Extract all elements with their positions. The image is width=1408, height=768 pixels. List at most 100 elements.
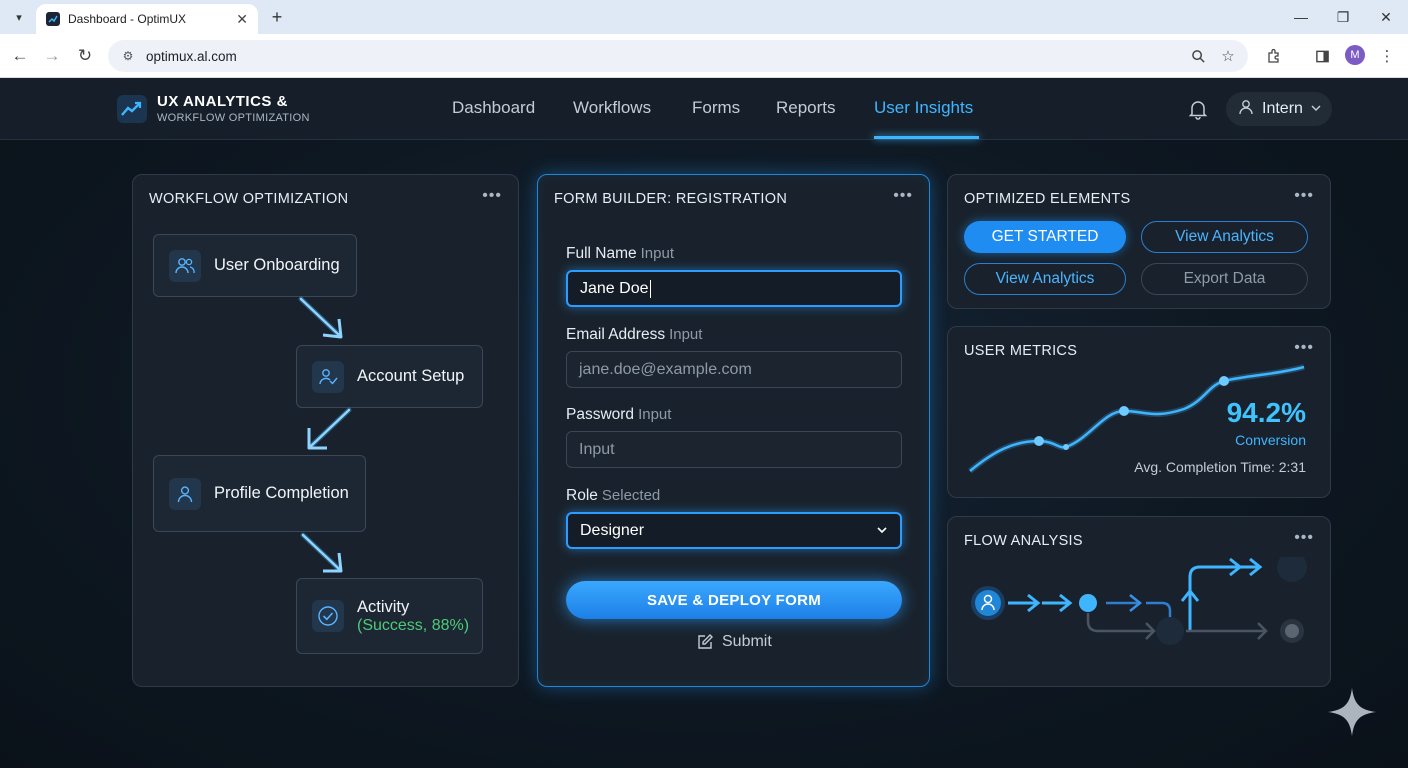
browser-toolbar: ← → ↻ ⚙ optimux.al.com ☆ M ⋮ — [0, 34, 1408, 78]
flow-arrow-icon — [300, 532, 343, 573]
workflow-step-profile-completion[interactable]: Profile Completion — [153, 455, 366, 532]
edit-icon — [696, 633, 714, 651]
more-options-icon[interactable]: ••• — [1294, 529, 1314, 547]
tab-search-icon[interactable]: ▾ — [8, 6, 30, 28]
workflow-step-account-setup[interactable]: Account Setup — [296, 345, 483, 408]
role-value: Designer — [580, 521, 645, 539]
submit-button[interactable]: Submit — [696, 633, 772, 651]
get-started-button[interactable]: GET STARTED — [964, 221, 1126, 253]
user-metrics-card: USER METRICS ••• 94.2% Conversion Avg. C… — [947, 326, 1331, 498]
browser-tab[interactable]: Dashboard - OptimUX ✕ — [36, 4, 258, 34]
workflow-title: WORKFLOW OPTIMIZATION — [149, 191, 349, 207]
user-icon — [169, 477, 201, 510]
field-label-text: Role — [566, 487, 598, 504]
nav-user-insights[interactable]: User Insights — [874, 98, 973, 118]
more-options-icon[interactable]: ••• — [482, 187, 502, 205]
extensions-icon[interactable] — [1262, 44, 1286, 68]
email-input[interactable]: jane.doe@example.com — [566, 351, 902, 388]
nav-workflows[interactable]: Workflows — [573, 98, 651, 118]
conversion-value: 94.2% — [1226, 397, 1306, 428]
check-circle-icon — [312, 600, 344, 632]
trend-point — [1219, 376, 1229, 386]
field-label-text: Password — [566, 406, 635, 423]
url-text: optimux.al.com — [146, 48, 237, 64]
optimized-elements-card: OPTIMIZED ELEMENTS ••• GET STARTED View … — [947, 174, 1331, 309]
workflow-step-activity[interactable]: Activity (Success, 88%) — [296, 578, 483, 654]
forward-icon[interactable]: → — [40, 44, 64, 68]
field-hint: Input — [640, 245, 675, 262]
site-info-icon[interactable]: ⚙ — [118, 46, 138, 66]
trend-point — [1119, 406, 1129, 416]
nav-forms[interactable]: Forms — [692, 98, 740, 118]
window-close-icon[interactable]: ✕ — [1375, 6, 1397, 28]
submit-label: Submit — [722, 633, 772, 650]
email-value: jane.doe@example.com — [579, 360, 752, 378]
field-label-text: Full Name — [566, 245, 637, 262]
minimize-icon[interactable]: — — [1290, 6, 1312, 28]
trend-point — [1063, 444, 1069, 450]
role-label: Role Selected — [566, 487, 660, 505]
workflow-step-user-onboarding[interactable]: User Onboarding — [153, 234, 357, 297]
nav-dashboard[interactable]: Dashboard — [452, 98, 535, 118]
menu-kebab-icon[interactable]: ⋮ — [1375, 44, 1399, 68]
password-placeholder: Input — [579, 440, 615, 458]
flow-analysis-card: FLOW ANALYSIS ••• — [947, 516, 1331, 687]
nav-reports[interactable]: Reports — [776, 98, 836, 118]
app-root: UX ANALYTICS & WORKFLOW OPTIMIZATION Das… — [0, 78, 1408, 768]
avg-completion-time: Avg. Completion Time: 2:31 — [1134, 459, 1306, 475]
sparkle-icon — [1328, 688, 1376, 736]
flow-diagram — [971, 557, 1307, 645]
user-name: Intern — [1262, 100, 1303, 117]
app-header: UX ANALYTICS & WORKFLOW OPTIMIZATION Das… — [0, 78, 1408, 140]
conversion-label: Conversion — [1235, 432, 1306, 448]
user-icon — [1238, 99, 1254, 120]
logo-icon — [117, 95, 147, 123]
role-select[interactable]: Designer — [566, 512, 902, 549]
full-name-input[interactable]: Jane Doe — [566, 270, 902, 307]
user-menu[interactable]: Intern — [1226, 92, 1332, 126]
more-options-icon[interactable]: ••• — [893, 187, 913, 205]
bell-icon[interactable] — [1187, 98, 1209, 120]
tab-title: Dashboard - OptimUX — [68, 12, 187, 26]
users-icon — [169, 249, 201, 282]
step-label: Account Setup — [357, 367, 465, 385]
chevron-down-icon — [1311, 100, 1321, 118]
workflow-card: WORKFLOW OPTIMIZATION ••• User Onboardin… — [132, 174, 519, 687]
field-hint: Selected — [601, 487, 661, 504]
chevron-down-icon — [876, 524, 888, 539]
back-icon[interactable]: ← — [8, 44, 32, 68]
form-builder-card: FORM BUILDER: REGISTRATION ••• Full Name… — [537, 174, 930, 687]
side-panel-icon[interactable] — [1310, 44, 1334, 68]
reload-icon[interactable]: ↻ — [73, 44, 97, 68]
password-label: Password Input — [566, 406, 671, 424]
view-analytics-button-secondary[interactable]: View Analytics — [964, 263, 1126, 295]
export-data-button[interactable]: Export Data — [1141, 263, 1308, 295]
step-label: User Onboarding — [214, 256, 340, 274]
tab-close-icon[interactable]: ✕ — [236, 11, 248, 28]
more-options-icon[interactable]: ••• — [1294, 187, 1314, 205]
flow-arrow-icon — [307, 407, 352, 450]
view-analytics-button[interactable]: View Analytics — [1141, 221, 1308, 253]
full-name-label: Full Name Input — [566, 245, 674, 263]
more-options-icon[interactable]: ••• — [1294, 339, 1314, 357]
optimized-title: OPTIMIZED ELEMENTS — [964, 191, 1131, 207]
profile-avatar[interactable]: M — [1345, 45, 1365, 65]
zoom-icon[interactable] — [1188, 46, 1208, 66]
restore-icon[interactable]: ❐ — [1332, 6, 1354, 28]
new-tab-icon[interactable]: + — [266, 6, 288, 28]
field-hint: Input — [638, 406, 672, 423]
form-title: FORM BUILDER: REGISTRATION — [554, 191, 788, 207]
bookmark-star-icon[interactable]: ☆ — [1218, 46, 1238, 66]
step-label: Profile Completion — [214, 484, 349, 502]
text-caret — [649, 279, 651, 298]
full-name-value: Jane Doe — [580, 279, 649, 297]
password-input[interactable]: Input — [566, 431, 902, 468]
save-deploy-button[interactable]: SAVE & DEPLOY FORM — [566, 581, 902, 619]
flow-arrow-icon — [298, 296, 343, 339]
address-bar[interactable]: ⚙ optimux.al.com ☆ — [108, 40, 1248, 72]
email-label: Email Address Input — [566, 326, 702, 344]
favicon-icon — [46, 12, 60, 26]
brand-title: UX ANALYTICS & — [157, 93, 288, 110]
brand-subtitle: WORKFLOW OPTIMIZATION — [157, 112, 310, 124]
browser-tabstrip: ▾ Dashboard - OptimUX ✕ + — ❐ ✕ — [0, 0, 1408, 34]
